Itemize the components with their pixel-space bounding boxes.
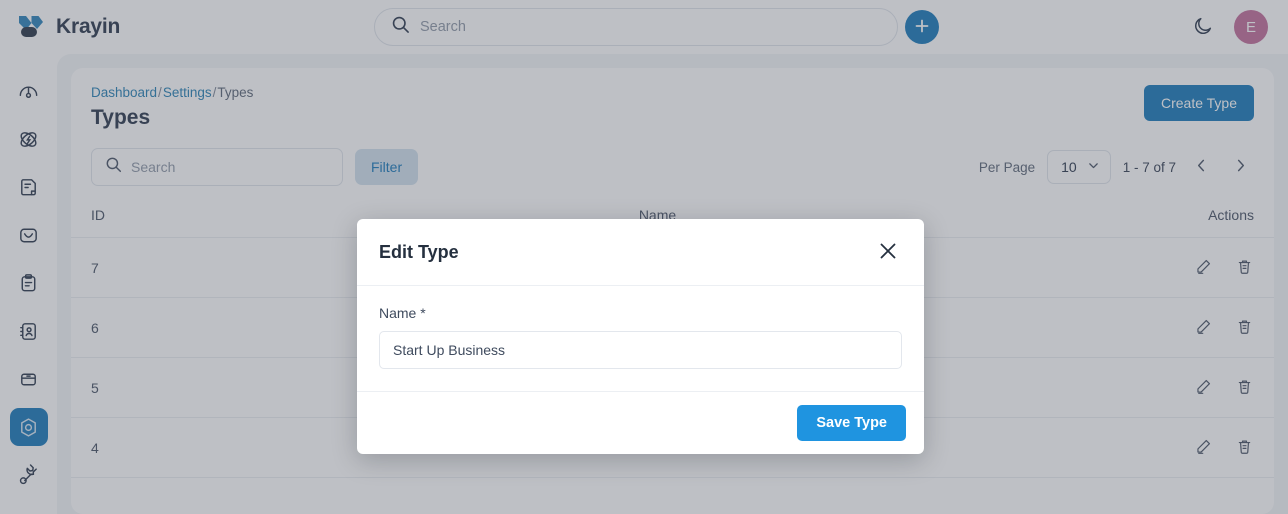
modal-body: Name * (357, 286, 924, 391)
modal-footer: Save Type (357, 391, 924, 454)
name-field-label: Name * (379, 305, 426, 321)
save-type-button[interactable]: Save Type (797, 405, 906, 441)
name-field[interactable] (379, 331, 902, 369)
modal-title: Edit Type (379, 242, 459, 262)
edit-type-modal: Edit Type Name * Save Type (357, 219, 924, 454)
app-root: Krayin Search E Dashboard/Settings/Types… (0, 0, 1288, 514)
modal-close-button[interactable] (874, 237, 902, 268)
modal-header: Edit Type (357, 219, 924, 286)
close-icon (876, 239, 900, 266)
